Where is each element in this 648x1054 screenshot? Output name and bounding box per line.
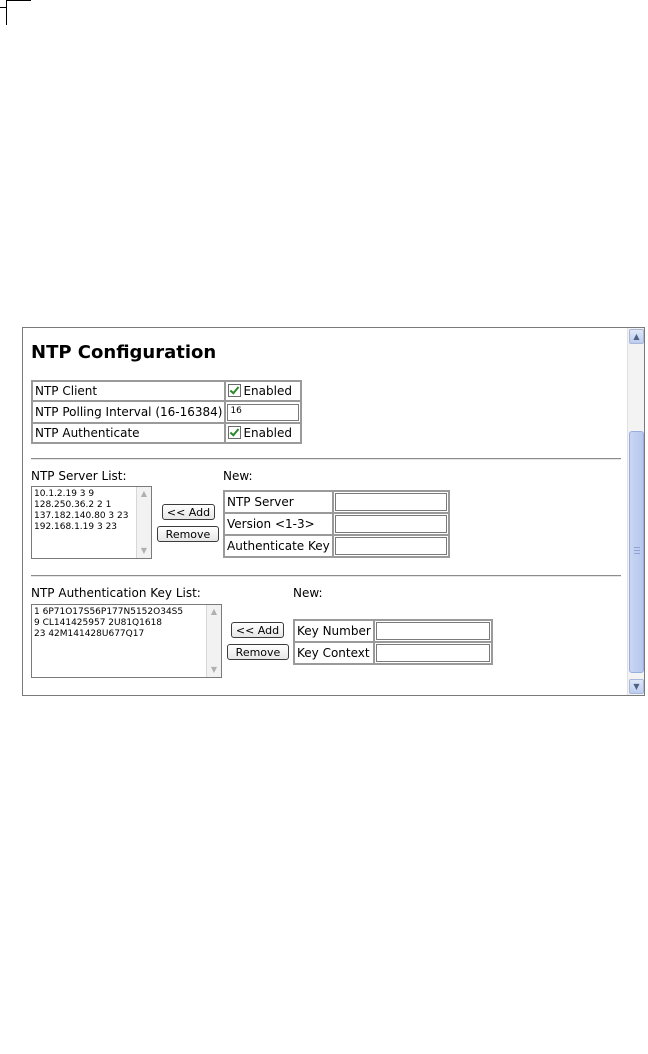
server-list-scrollbar[interactable]: ▲ ▼ <box>136 487 151 558</box>
new-auth-key-row: Authenticate Key <box>224 535 449 557</box>
chevron-down-icon[interactable]: ▼ <box>138 545 150 557</box>
chevron-up-icon[interactable]: ▲ <box>208 606 220 618</box>
auth-key-list-item[interactable]: 23 42M141428U677Q17 <box>34 629 221 640</box>
key-number-label: Key Number <box>294 620 374 642</box>
chevron-down-icon[interactable]: ▼ <box>208 664 220 676</box>
server-remove-button[interactable]: Remove <box>157 526 219 542</box>
ntp-authenticate-cell[interactable]: Enabled <box>225 423 302 443</box>
server-add-button[interactable]: << Add <box>162 504 215 520</box>
auth-key-new-label: New: <box>293 586 323 600</box>
version-cell <box>332 513 449 535</box>
key-number-input[interactable] <box>375 622 490 640</box>
auth-key-remove-button[interactable]: Remove <box>227 644 289 660</box>
new-server-row: NTP Server <box>224 491 449 513</box>
server-list-item[interactable]: 137.182.140.80 3 23 <box>34 511 151 522</box>
ntp-client-enabled-label: Enabled <box>243 384 292 398</box>
key-context-cell <box>373 642 492 664</box>
ntp-authenticate-label: NTP Authenticate <box>32 423 226 443</box>
page-title: NTP Configuration <box>31 342 217 363</box>
polling-interval-cell: 16 <box>225 401 302 423</box>
ntp-authenticate-enabled-label: Enabled <box>243 426 292 440</box>
server-new-label: New: <box>223 469 253 483</box>
ntp-client-label: NTP Client <box>32 381 226 401</box>
page-content: NTP Configuration NTP Client Enabled NTP… <box>23 328 627 695</box>
ntp-authenticate-checkbox[interactable] <box>228 426 242 439</box>
new-key-number-row: Key Number <box>294 620 492 642</box>
polling-interval-label: NTP Polling Interval (16-16384) <box>32 401 226 423</box>
grip-line <box>634 547 640 548</box>
ntp-client-cell[interactable]: Enabled <box>225 381 302 401</box>
auth-key-new-table: Key Number Key Context <box>293 619 493 665</box>
version-input[interactable] <box>334 515 447 533</box>
authenticate-key-cell <box>332 535 449 557</box>
grip-line <box>634 550 640 551</box>
chevron-down-icon[interactable]: ▼ <box>629 679 644 694</box>
server-list-item[interactable]: 192.168.1.19 3 23 <box>34 522 151 533</box>
key-context-input[interactable] <box>375 644 490 662</box>
section-divider <box>31 575 621 577</box>
window-scrollbar[interactable]: ▲ ▼ <box>627 328 644 695</box>
auth-key-list-item[interactable]: 1 6P71O17S56P177N5152O34S5 <box>34 607 221 618</box>
key-context-label: Key Context <box>294 642 374 664</box>
auth-key-listbox[interactable]: 1 6P71O17S56P177N5152O34S5 9 CL141425957… <box>31 604 222 678</box>
ntp-server-cell <box>332 491 449 513</box>
settings-row-ntp-client: NTP Client Enabled <box>32 381 302 401</box>
scrollbar-thumb[interactable] <box>629 431 644 673</box>
version-label: Version <1-3> <box>224 513 333 535</box>
browser-window: NTP Configuration NTP Client Enabled NTP… <box>22 327 645 696</box>
crop-mark <box>0 0 31 25</box>
ntp-client-checkbox[interactable] <box>228 384 242 397</box>
polling-interval-input[interactable]: 16 <box>227 403 300 421</box>
grip-line <box>634 553 640 554</box>
settings-row-polling-interval: NTP Polling Interval (16-16384) 16 <box>32 401 302 423</box>
server-listbox[interactable]: 10.1.2.19 3 9 128.250.36.2 2 1 137.182.1… <box>31 486 152 559</box>
server-list-item[interactable]: 128.250.36.2 2 1 <box>34 500 151 511</box>
settings-table: NTP Client Enabled NTP Polling Interval … <box>31 380 303 444</box>
auth-key-add-button[interactable]: << Add <box>231 622 284 638</box>
key-number-cell <box>373 620 492 642</box>
ntp-server-label: NTP Server <box>224 491 333 513</box>
section-divider <box>31 458 621 460</box>
new-version-row: Version <1-3> <box>224 513 449 535</box>
chevron-up-icon[interactable]: ▲ <box>629 329 644 344</box>
ntp-server-input[interactable] <box>334 493 447 511</box>
chevron-up-icon[interactable]: ▲ <box>138 488 150 500</box>
auth-key-list-scrollbar[interactable]: ▲ ▼ <box>206 605 221 677</box>
settings-row-ntp-authenticate: NTP Authenticate Enabled <box>32 423 302 443</box>
authenticate-key-input[interactable] <box>334 537 447 555</box>
server-new-table: NTP Server Version <1-3> Authenticate Ke… <box>223 490 450 558</box>
server-list-item[interactable]: 10.1.2.19 3 9 <box>34 489 151 500</box>
server-list-label: NTP Server List: <box>31 469 127 483</box>
authenticate-key-label: Authenticate Key <box>224 535 333 557</box>
auth-key-list-label: NTP Authentication Key List: <box>31 586 201 600</box>
auth-key-list-item[interactable]: 9 CL141425957 2U81Q1618 <box>34 618 221 629</box>
new-key-context-row: Key Context <box>294 642 492 664</box>
